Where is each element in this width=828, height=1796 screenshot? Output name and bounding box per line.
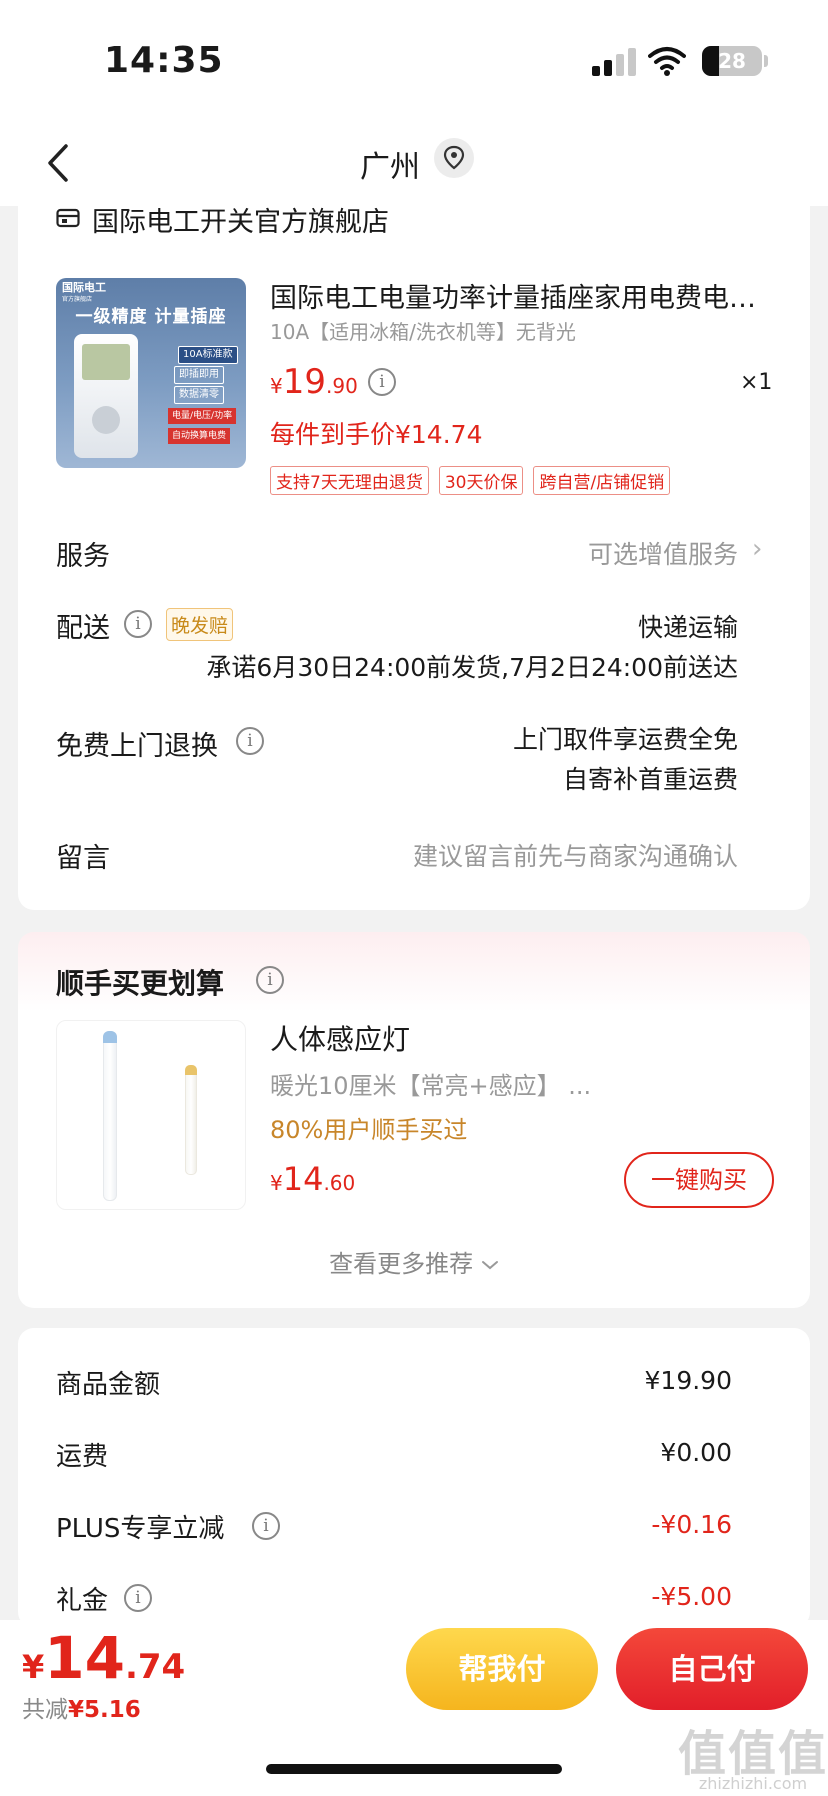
gift-money-info-icon[interactable]: i: [124, 1584, 152, 1612]
nav-bar: 广州: [0, 120, 828, 206]
price-integer: 14: [44, 1624, 125, 1692]
shop-name[interactable]: 国际电工开关官方旗舰店: [92, 200, 389, 239]
summary-value: ¥19.90: [644, 1366, 732, 1395]
more-recommendations-label: 查看更多推荐: [329, 1250, 474, 1278]
badge-promotion: 跨自营/店铺促销: [533, 466, 671, 495]
summary-label: 商品金额: [56, 1370, 161, 1400]
one-click-buy-button[interactable]: 一键购买: [624, 1152, 774, 1208]
product-image-tag: 10A标准款: [178, 346, 238, 364]
product-title[interactable]: 国际电工电量功率计量插座家用电费电…: [270, 276, 780, 315]
summary-value: -¥5.00: [651, 1582, 732, 1611]
product-image-tag: 即插即用: [174, 366, 224, 384]
discount-label: 共减: [22, 1697, 68, 1723]
product-price: ¥19.90: [270, 362, 358, 402]
device-socket: [92, 406, 120, 434]
more-recommendations-link[interactable]: 查看更多推荐: [0, 1244, 828, 1279]
back-arrow-icon[interactable]: [40, 138, 80, 188]
delivery-info-icon[interactable]: i: [124, 610, 152, 638]
home-indicator[interactable]: [266, 1764, 562, 1774]
summary-label: PLUS专享立减: [56, 1514, 225, 1544]
addon-info-icon[interactable]: i: [256, 966, 284, 994]
lamp-tube-short: [185, 1065, 197, 1175]
wifi-icon: [648, 47, 686, 76]
return-info-icon[interactable]: i: [236, 727, 264, 755]
lamp-tube-long: [103, 1031, 117, 1201]
plus-discount-info-icon[interactable]: i: [252, 1512, 280, 1540]
price-integer: 14: [282, 1160, 324, 1198]
battery-cap: [764, 55, 768, 67]
service-badges: 支持7天无理由退货 30天价保 跨自营/店铺促销: [270, 466, 671, 495]
product-image-device: [74, 334, 138, 458]
status-time: 14:35: [104, 40, 224, 81]
return-line-1: 上门取件享运费全免: [512, 725, 738, 754]
message-input[interactable]: 建议留言前先与商家沟通确认: [413, 837, 738, 873]
service-value[interactable]: 可选增值服务: [588, 535, 738, 571]
delivery-promise: 承诺6月30日24:00前发货,7月2日24:00前送达: [206, 653, 738, 682]
pay-myself-button[interactable]: 自己付: [616, 1628, 808, 1710]
price-decimal: .60: [323, 1171, 356, 1195]
price-integer: 19: [282, 362, 326, 402]
delivery-label: 配送: [56, 613, 110, 644]
chevron-down-icon: [481, 1261, 498, 1270]
lamp-tube-long-cap: [103, 1031, 117, 1043]
summary-value: -¥0.16: [651, 1510, 732, 1539]
summary-value: ¥0.00: [660, 1438, 732, 1467]
product-image-headline: 一级精度 计量插座: [75, 307, 227, 327]
total-price: ¥14.74: [22, 1624, 185, 1692]
price-symbol: ¥: [270, 1171, 283, 1195]
product-image-tag: 电量/电压/功率: [168, 408, 237, 424]
watermark: 值值值 zhizhizhi.com: [678, 1712, 828, 1796]
page-title-city: 广州: [360, 150, 420, 185]
addon-item-price: ¥14.60: [270, 1160, 355, 1198]
message-label: 留言: [56, 843, 110, 874]
total-discount[interactable]: 共减¥5.16: [22, 1690, 141, 1724]
location-pin-icon[interactable]: [434, 138, 474, 178]
price-decimal: .74: [124, 1647, 186, 1687]
addon-section-title: 顺手买更划算: [56, 967, 225, 1000]
product-image[interactable]: 国际电工 官方旗舰店 一级精度 计量插座 10A标准款 即插即用 数据清零 电量…: [56, 278, 246, 468]
addon-product-image[interactable]: [56, 1020, 246, 1210]
service-label: 服务: [56, 541, 110, 572]
final-unit-price: 每件到手价¥14.74: [270, 420, 483, 449]
addon-item-stat: 80%用户顺手买过: [270, 1116, 468, 1144]
shop-icon: [56, 208, 80, 228]
product-quantity: ×1: [740, 370, 773, 395]
price-symbol: ¥: [22, 1648, 45, 1686]
badge-price-protect: 30天价保: [438, 466, 524, 495]
lamp-tube-short-cap: [185, 1065, 197, 1075]
cellular-signal-icon: [592, 48, 636, 76]
delivery-method[interactable]: 快递运输: [638, 608, 738, 644]
addon-item-spec[interactable]: 暖光10厘米【常亮+感应】 ...: [270, 1066, 591, 1101]
chevron-right-icon[interactable]: ›: [752, 534, 762, 564]
addon-item-title[interactable]: 人体感应灯: [270, 1018, 410, 1058]
product-image-brand: 国际电工: [62, 281, 106, 294]
product-image-tag: 数据清零: [174, 386, 224, 404]
battery-icon: 28: [702, 46, 762, 76]
return-line-2: 自寄补首重运费: [562, 765, 738, 794]
price-decimal: .90: [326, 374, 358, 398]
battery-percent: 28: [718, 49, 746, 73]
late-compensation-badge: 晚发赔: [166, 608, 234, 641]
price-symbol: ¥: [270, 374, 283, 398]
product-image-tag: 自动换算电费: [168, 428, 231, 444]
price-info-icon[interactable]: i: [368, 368, 396, 396]
help-me-pay-button[interactable]: 帮我付: [406, 1628, 598, 1710]
product-spec[interactable]: 10A【适用冰箱/洗衣机等】无背光: [270, 316, 576, 345]
watermark-site: zhizhizhi.com: [698, 1774, 808, 1793]
summary-label: 礼金: [56, 1586, 109, 1616]
discount-value: ¥5.16: [68, 1697, 141, 1723]
return-label: 免费上门退换: [56, 731, 218, 762]
badge-return: 支持7天无理由退货: [270, 466, 429, 495]
summary-label: 运费: [56, 1442, 109, 1472]
device-screen: [82, 344, 130, 380]
